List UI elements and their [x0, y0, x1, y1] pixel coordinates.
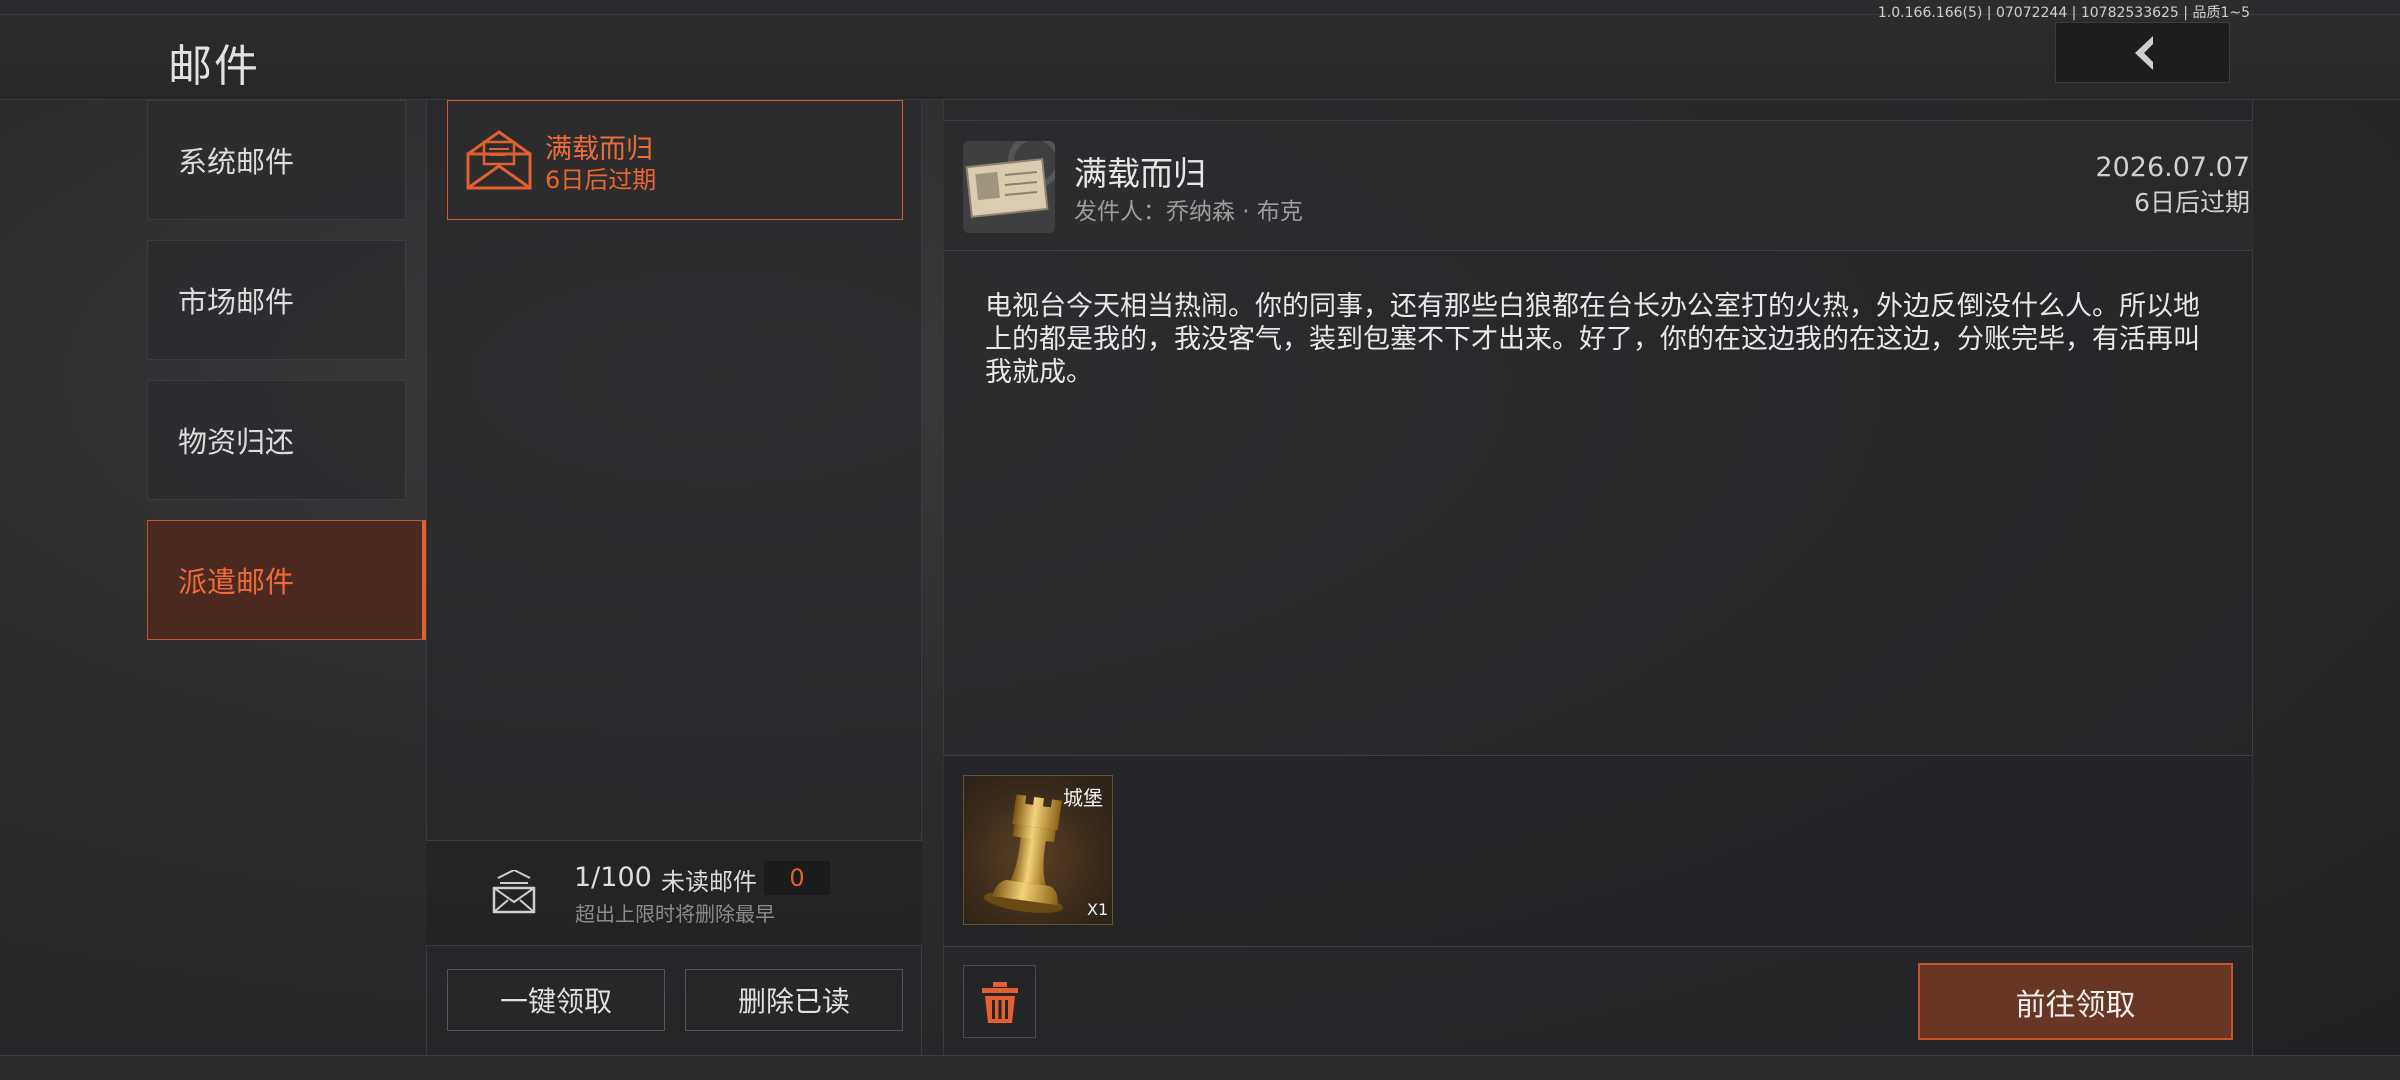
- mail-body: 电视台今天相当热闹。你的同事，还有那些白狼都在台长办公室打的火热，外边反倒没什么…: [985, 291, 2200, 388]
- mail-count: 1/100: [574, 862, 652, 893]
- category-label: 派遣邮件: [178, 565, 295, 599]
- open-envelope-icon: [466, 130, 532, 190]
- mail-stack-icon: [492, 870, 536, 914]
- page-title: 邮件: [168, 41, 260, 92]
- attachment-name: 城堡: [1063, 786, 1103, 810]
- category-system-mail[interactable]: 系统邮件: [147, 100, 406, 220]
- attachment-quantity: X1: [1087, 900, 1109, 919]
- letter-icon: [963, 141, 1055, 233]
- category-label: 物资归还: [178, 425, 295, 459]
- category-dispatch-mail[interactable]: 派遣邮件: [147, 520, 426, 640]
- trash-icon: [981, 981, 1018, 1023]
- unread-label: 未读邮件: [661, 868, 757, 896]
- chevron-left-icon: [2134, 35, 2153, 70]
- category-supply-return[interactable]: 物资归还: [147, 380, 406, 500]
- sender-avatar: [963, 141, 1055, 233]
- limit-note: 超出上限时将删除最早: [575, 902, 775, 926]
- delete-read-button[interactable]: 删除已读: [685, 969, 903, 1031]
- unread-count: 0: [764, 861, 830, 895]
- claim-all-button[interactable]: 一键领取: [447, 969, 665, 1031]
- mail-date: 2026.07.07: [2095, 152, 2250, 183]
- go-claim-button[interactable]: 前往领取: [1918, 963, 2233, 1040]
- mail-detail-title: 满载而归: [1074, 154, 1206, 193]
- version-info: 1.0.166.166(5) | 07072244 | 10782533625 …: [1877, 5, 2250, 21]
- attachment-area: [943, 755, 2253, 947]
- category-label: 系统邮件: [178, 145, 295, 179]
- mail-sender: 发件人：乔纳森 · 布克: [1074, 199, 1303, 225]
- mail-item-expiry: 6日后过期: [545, 166, 657, 194]
- category-column: 系统邮件 市场邮件 物资归还 派遣邮件: [0, 100, 426, 1055]
- bottom-bar: [0, 1055, 2400, 1080]
- category-market-mail[interactable]: 市场邮件: [147, 240, 406, 360]
- category-label: 市场邮件: [178, 285, 295, 319]
- delete-mail-button[interactable]: [963, 965, 1036, 1038]
- back-button[interactable]: [2055, 22, 2230, 83]
- mail-detail-expiry: 6日后过期: [2134, 188, 2250, 217]
